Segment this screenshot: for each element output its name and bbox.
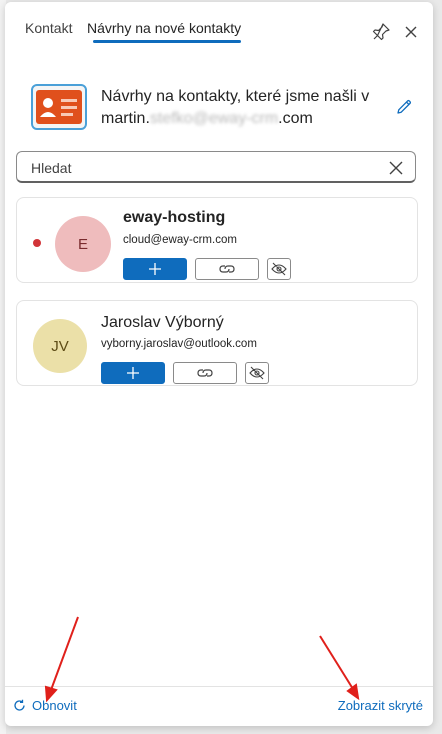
email-suffix: .com — [278, 110, 313, 127]
tab-bar: Kontakt Návrhy na nové kontakty — [5, 2, 433, 46]
add-contact-button[interactable] — [123, 258, 187, 280]
active-tab-indicator — [93, 40, 241, 43]
link-icon — [219, 265, 235, 273]
hide-icon — [271, 262, 287, 276]
hide-icon — [249, 366, 265, 380]
refresh-label: Obnovit — [32, 698, 77, 713]
contact-email: vyborny.jaroslav@outlook.com — [101, 338, 257, 350]
clear-icon[interactable] — [387, 159, 405, 177]
refresh-button[interactable]: Obnovit — [13, 698, 77, 713]
redacted-email: stefko@eway-crm — [149, 110, 279, 127]
suggestion-card: JV Jaroslav Výborný vyborny.jaroslav@out… — [16, 300, 418, 386]
link-icon — [197, 369, 213, 377]
show-hidden-link[interactable]: Zobrazit skryté — [338, 698, 423, 713]
close-icon[interactable] — [401, 22, 421, 42]
avatar: JV — [33, 319, 87, 373]
add-contact-button[interactable] — [101, 362, 165, 384]
add-icon — [149, 263, 161, 275]
intro-message: Návrhy na kontakty, které jsme našli v m… — [101, 86, 381, 130]
contact-name: Jaroslav Výborný — [101, 314, 224, 331]
add-icon — [127, 367, 139, 379]
search-box — [16, 151, 416, 183]
contact-card-icon — [31, 84, 87, 130]
contact-name: eway-hosting — [123, 209, 226, 226]
intro-line: Návrhy na kontakty, které jsme našli v — [101, 88, 370, 105]
contact-suggestions-panel: Kontakt Návrhy na nové kontakty Návrhy n… — [5, 2, 433, 726]
hide-suggestion-button[interactable] — [245, 362, 269, 384]
hide-suggestion-button[interactable] — [267, 258, 291, 280]
refresh-icon — [14, 699, 25, 711]
pin-icon[interactable] — [371, 22, 391, 42]
edit-icon[interactable] — [395, 98, 413, 116]
tab-contact[interactable]: Kontakt — [25, 20, 72, 36]
email-prefix: martin. — [101, 110, 150, 127]
avatar: E — [55, 216, 111, 272]
contact-email: cloud@eway-crm.com — [123, 234, 237, 246]
panel-footer: Obnovit Zobrazit skryté — [5, 686, 433, 726]
link-contact-button[interactable] — [195, 258, 259, 280]
suggestion-card: E eway-hosting cloud@eway-crm.com — [16, 197, 418, 283]
search-input[interactable] — [29, 157, 373, 179]
link-contact-button[interactable] — [173, 362, 237, 384]
unread-indicator — [33, 239, 41, 247]
tab-suggestions[interactable]: Návrhy na nové kontakty — [87, 20, 241, 36]
